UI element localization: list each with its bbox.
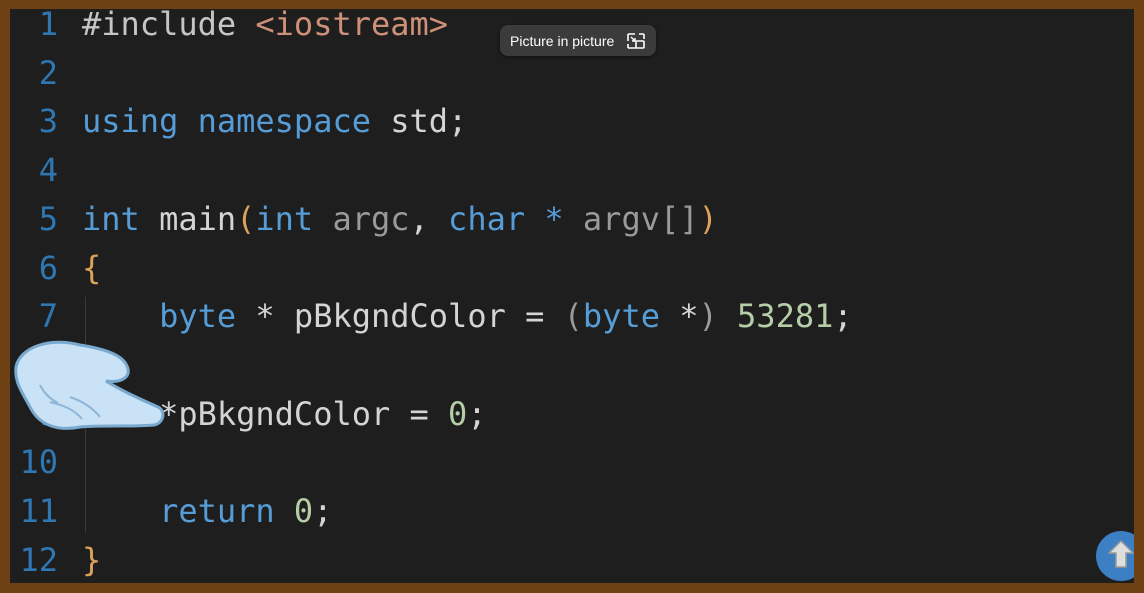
code-token: std; [370, 102, 468, 141]
code-line: 8 [10, 341, 1134, 389]
code-token: int [255, 199, 314, 238]
line-number: 2 [38, 53, 58, 92]
picture-in-picture-label: Picture in picture [510, 32, 615, 49]
code-token: argc [313, 199, 410, 238]
code-token: return [159, 492, 275, 530]
code-token: * [525, 199, 583, 238]
code-line: 5 int main(int argc, char * argv[]) [10, 195, 1134, 243]
code-token: main [139, 199, 237, 238]
code-token: using [82, 102, 179, 141]
code-text: using namespace std; [82, 97, 467, 145]
code-token: <iostream> [255, 9, 449, 43]
code-token: ( [236, 199, 256, 238]
code-token: char [448, 199, 526, 238]
code-token: argv [582, 199, 660, 238]
code-token: * [659, 297, 699, 336]
pointing-hand-icon [10, 327, 170, 451]
arrow-up-icon [1106, 538, 1134, 574]
code-text: int main(int argc, char * argv[]) [82, 195, 718, 243]
code-line: 11 return 0; [10, 487, 1134, 535]
code-token: [] [659, 199, 699, 238]
code-line: 3 using namespace std; [10, 97, 1134, 145]
line-number: 4 [38, 151, 58, 190]
code-token: ; [833, 297, 853, 336]
code-token: { [82, 248, 102, 287]
code-line: 9 *pBkgndColor = 0; [10, 390, 1134, 438]
code-token: namespace [197, 102, 371, 141]
code-token: , [409, 199, 449, 238]
code-text: } [82, 536, 101, 583]
line-number: 5 [38, 199, 58, 238]
picture-in-picture-button[interactable]: Picture in picture [500, 25, 657, 56]
code-token: } [82, 540, 102, 579]
code-line: 7 byte * pBkgndColor = (byte *) 53281; [10, 292, 1134, 340]
code-text: return 0; [82, 487, 332, 535]
code-line: 4 [10, 146, 1134, 194]
line-number: 3 [38, 102, 58, 141]
code-text: { [82, 244, 101, 292]
line-number: 1 [38, 9, 58, 43]
video-frame: 1 #include <iostream> 2 3 using namespace st… [10, 9, 1134, 583]
code-text: byte * pBkgndColor = (byte *) 53281; [82, 292, 853, 340]
code-token: ( [563, 297, 583, 336]
line-number: 6 [38, 248, 58, 287]
code-token: 53281 [717, 297, 834, 336]
code-token: #include [82, 9, 256, 43]
code-line: 10 [10, 438, 1134, 486]
picture-in-picture-icon [626, 32, 646, 50]
code-text: #include <iostream> [82, 9, 448, 48]
code-token: ; [313, 492, 333, 530]
code-token: ; [467, 394, 487, 433]
code-token: 0 [293, 492, 314, 530]
code-token: 0 [448, 394, 468, 433]
code-token: byte [582, 297, 660, 336]
code-line: 12} [10, 536, 1134, 583]
line-number: 12 [19, 540, 58, 579]
code-token: ) [698, 297, 718, 336]
line-number: 11 [19, 492, 58, 530]
code-token: * pBkgndColor = [236, 297, 564, 336]
code-token: int [82, 199, 140, 238]
code-token: ) [698, 199, 718, 238]
code-line: 6{ [10, 244, 1134, 292]
code-token: byte [159, 297, 237, 336]
